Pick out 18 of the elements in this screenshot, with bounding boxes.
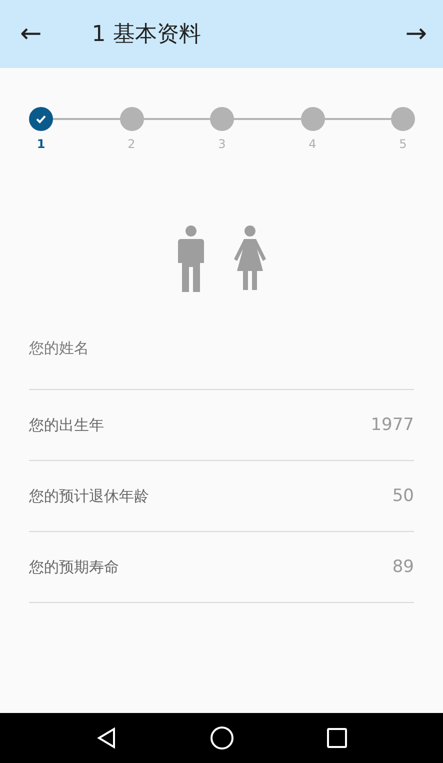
- number-field[interactable]: 您的预计退休年龄 50: [29, 461, 414, 531]
- home-circle-icon[interactable]: [210, 726, 234, 750]
- step-number: 2: [128, 137, 136, 151]
- step-number: 3: [218, 137, 226, 151]
- back-button[interactable]: ←: [16, 19, 46, 49]
- step-number: 1: [36, 137, 46, 151]
- check-icon: [35, 113, 47, 125]
- recents-square-icon[interactable]: [326, 728, 347, 748]
- number-field[interactable]: 您的预期寿命 89: [29, 532, 414, 602]
- step-number: 5: [399, 137, 407, 151]
- step-number: 4: [308, 137, 316, 151]
- male-icon[interactable]: [176, 225, 204, 293]
- step-indicator[interactable]: [29, 107, 53, 131]
- number-field[interactable]: 您的出生年 1977: [29, 390, 414, 460]
- page-title: 1 基本资料: [92, 21, 202, 49]
- name-input[interactable]: 您的姓名: [29, 319, 414, 389]
- forward-button[interactable]: →: [401, 19, 431, 49]
- female-icon[interactable]: [232, 225, 266, 291]
